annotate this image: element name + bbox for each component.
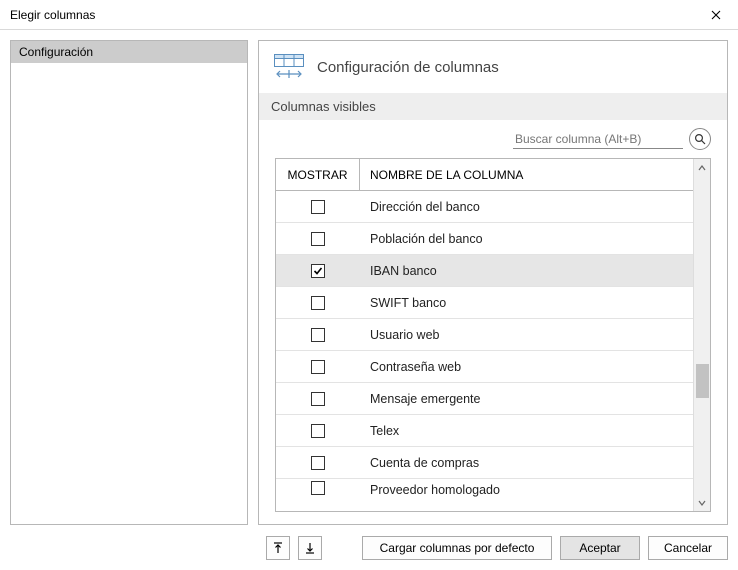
move-up-button[interactable] bbox=[266, 536, 290, 560]
show-checkbox[interactable] bbox=[311, 360, 325, 374]
table-row[interactable]: Dirección del banco bbox=[276, 191, 693, 223]
show-checkbox-cell bbox=[276, 328, 360, 342]
search-button[interactable] bbox=[689, 128, 711, 150]
cancel-button[interactable]: Cancelar bbox=[648, 536, 728, 560]
show-checkbox[interactable] bbox=[311, 392, 325, 406]
column-name-cell: Usuario web bbox=[360, 328, 693, 342]
search-icon bbox=[694, 133, 706, 145]
section-visible-columns: Columnas visibles bbox=[259, 93, 727, 120]
table-row[interactable]: Telex bbox=[276, 415, 693, 447]
column-name-cell: Proveedor homologado bbox=[360, 479, 693, 497]
column-header-show[interactable]: MOSTRAR bbox=[276, 159, 360, 190]
close-icon bbox=[711, 10, 721, 20]
vertical-scrollbar[interactable] bbox=[693, 159, 710, 511]
show-checkbox-cell bbox=[276, 481, 360, 495]
main-header: Configuración de columnas bbox=[259, 41, 727, 93]
column-header-name[interactable]: NOMBRE DE LA COLUMNA bbox=[360, 159, 693, 190]
column-name-cell: Dirección del banco bbox=[360, 200, 693, 214]
show-checkbox-cell bbox=[276, 424, 360, 438]
show-checkbox[interactable] bbox=[311, 481, 325, 495]
grid-header: MOSTRAR NOMBRE DE LA COLUMNA bbox=[276, 159, 693, 191]
scroll-up-arrow[interactable] bbox=[694, 159, 710, 176]
show-checkbox[interactable] bbox=[311, 456, 325, 470]
show-checkbox[interactable] bbox=[311, 232, 325, 246]
main-panel: Configuración de columnas Columnas visib… bbox=[258, 40, 728, 525]
title-bar: Elegir columnas bbox=[0, 0, 738, 30]
search-input[interactable] bbox=[513, 130, 683, 149]
table-row[interactable]: Población del banco bbox=[276, 223, 693, 255]
load-defaults-button[interactable]: Cargar columnas por defecto bbox=[362, 536, 552, 560]
scroll-thumb[interactable] bbox=[696, 364, 709, 398]
footer: Cargar columnas por defecto Aceptar Canc… bbox=[0, 525, 738, 570]
column-name-cell: Población del banco bbox=[360, 232, 693, 246]
arrow-down-bar-icon bbox=[305, 542, 315, 554]
columns-config-icon bbox=[273, 53, 305, 81]
table-row[interactable]: Usuario web bbox=[276, 319, 693, 351]
table-row[interactable]: SWIFT banco bbox=[276, 287, 693, 319]
column-name-cell: Telex bbox=[360, 424, 693, 438]
scroll-down-arrow[interactable] bbox=[694, 494, 710, 511]
show-checkbox[interactable] bbox=[311, 296, 325, 310]
columns-grid: MOSTRAR NOMBRE DE LA COLUMNA Dirección d… bbox=[275, 158, 711, 512]
table-row[interactable]: Cuenta de compras bbox=[276, 447, 693, 479]
show-checkbox[interactable] bbox=[311, 200, 325, 214]
show-checkbox-cell bbox=[276, 360, 360, 374]
show-checkbox-cell bbox=[276, 200, 360, 214]
show-checkbox[interactable] bbox=[311, 328, 325, 342]
show-checkbox-cell bbox=[276, 296, 360, 310]
arrow-up-bar-icon bbox=[273, 542, 283, 554]
window-title: Elegir columnas bbox=[10, 8, 694, 22]
table-row[interactable]: Proveedor homologado bbox=[276, 479, 693, 497]
table-row[interactable]: Mensaje emergente bbox=[276, 383, 693, 415]
dialog-body: Configuración Configuración de columnas … bbox=[0, 30, 738, 525]
show-checkbox[interactable] bbox=[311, 264, 325, 278]
show-checkbox-cell bbox=[276, 392, 360, 406]
show-checkbox-cell bbox=[276, 232, 360, 246]
table-row[interactable]: IBAN banco bbox=[276, 255, 693, 287]
column-name-cell: IBAN banco bbox=[360, 264, 693, 278]
column-name-cell: Mensaje emergente bbox=[360, 392, 693, 406]
column-name-cell: SWIFT banco bbox=[360, 296, 693, 310]
show-checkbox[interactable] bbox=[311, 424, 325, 438]
move-down-button[interactable] bbox=[298, 536, 322, 560]
column-name-cell: Contraseña web bbox=[360, 360, 693, 374]
search-row bbox=[259, 120, 727, 158]
column-name-cell: Cuenta de compras bbox=[360, 456, 693, 470]
sidebar: Configuración bbox=[10, 40, 248, 525]
table-row[interactable]: Contraseña web bbox=[276, 351, 693, 383]
accept-button[interactable]: Aceptar bbox=[560, 536, 640, 560]
sidebar-item-configuracion[interactable]: Configuración bbox=[11, 41, 247, 63]
show-checkbox-cell bbox=[276, 264, 360, 278]
close-button[interactable] bbox=[694, 0, 738, 30]
show-checkbox-cell bbox=[276, 456, 360, 470]
main-title: Configuración de columnas bbox=[317, 59, 499, 76]
